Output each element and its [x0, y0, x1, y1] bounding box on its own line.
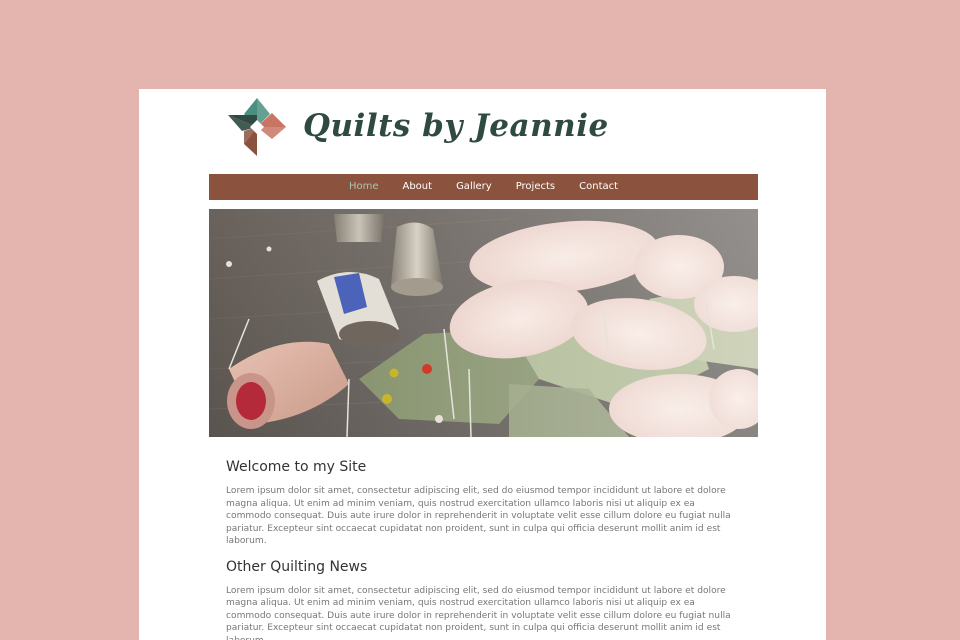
nav-item-contact[interactable]: Contact — [579, 174, 618, 200]
site-title[interactable]: Quilts by Jeannie — [303, 108, 609, 144]
section-body-welcome: Lorem ipsum dolor sit amet, consectetur … — [226, 486, 731, 546]
quilt-pinwheel-logo-icon[interactable] — [228, 98, 286, 156]
section-heading-news: Other Quilting News — [226, 558, 368, 575]
main-content: Welcome to my Site Lorem ipsum dolor sit… — [226, 459, 736, 640]
nav-item-gallery[interactable]: Gallery — [456, 174, 492, 200]
hero-image — [209, 209, 758, 437]
nav-item-about[interactable]: About — [402, 174, 432, 200]
section-heading-welcome: Welcome to my Site — [226, 459, 367, 475]
site-header: Quilts by Jeannie — [139, 89, 826, 174]
nav-item-home[interactable]: Home — [349, 174, 379, 200]
page-container: Quilts by Jeannie Home About Gallery Pro… — [139, 89, 826, 640]
nav-item-projects[interactable]: Projects — [516, 174, 555, 200]
main-nav: Home About Gallery Projects Contact — [209, 174, 758, 200]
section-body-news: Lorem ipsum dolor sit amet, consectetur … — [226, 585, 731, 640]
